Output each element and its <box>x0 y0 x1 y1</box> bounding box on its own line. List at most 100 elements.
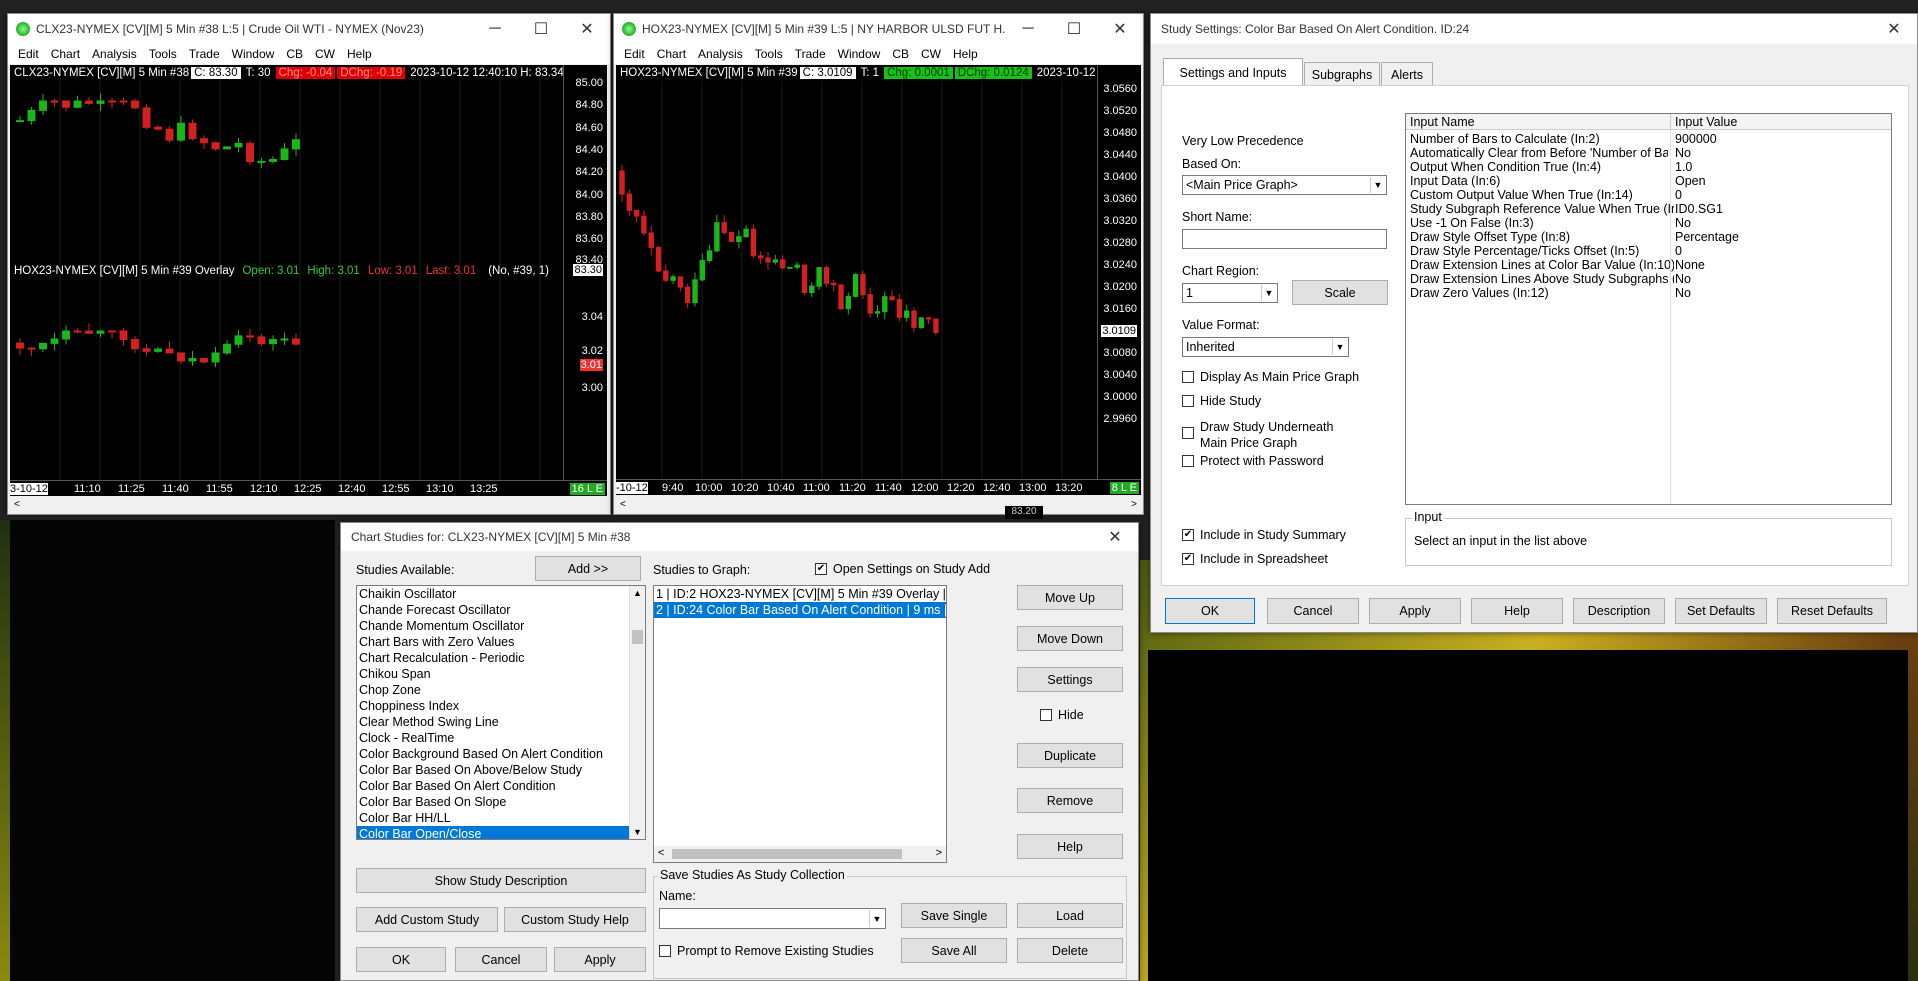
input-value-cell[interactable]: No <box>1675 286 1691 300</box>
settings-titlebar[interactable]: Study Settings: Color Bar Based On Alert… <box>1151 14 1917 44</box>
chevron-down-icon[interactable]: ▼ <box>1332 339 1347 355</box>
menu-chart[interactable]: Chart <box>51 47 80 61</box>
maximize-icon[interactable]: ☐ <box>518 19 564 39</box>
chart-window-2[interactable]: HOX23-NYMEX [CV][M] 5 Min #39 L:5 | NY H… <box>613 13 1144 515</box>
table-row[interactable]: Use -1 On False (In:3) No <box>1406 216 1891 230</box>
menu-tools[interactable]: Tools <box>149 47 177 61</box>
custom-study-help-button[interactable]: Custom Study Help <box>504 907 646 932</box>
help-button[interactable]: Help <box>1471 598 1563 624</box>
list-item[interactable]: Chaikin Oscillator <box>357 586 645 602</box>
show-description-button[interactable]: Show Study Description <box>356 868 646 893</box>
scroll-down-icon[interactable]: ▼ <box>633 827 642 837</box>
list-item[interactable]: Chop Zone <box>357 682 645 698</box>
duplicate-button[interactable]: Duplicate <box>1017 743 1123 768</box>
menu-trade[interactable]: Trade <box>795 47 826 61</box>
tab-alerts[interactable]: Alerts <box>1381 62 1433 86</box>
close-icon[interactable]: ✕ <box>1092 527 1138 547</box>
menu-analysis[interactable]: Analysis <box>698 47 743 61</box>
chart-region-combo[interactable]: 1 ▼ <box>1182 283 1278 303</box>
menu-window[interactable]: Window <box>232 47 275 61</box>
chevron-down-icon[interactable]: ▼ <box>1370 177 1385 193</box>
menu-trade[interactable]: Trade <box>189 47 220 61</box>
list-item[interactable]: Clear Method Swing Line <box>357 714 645 730</box>
chart-window-1[interactable]: CLX23-NYMEX [CV][M] 5 Min #38 L:5 | Crud… <box>7 13 611 515</box>
scale-button[interactable]: Scale <box>1292 280 1388 305</box>
chart1-price-axis[interactable]: 85.00 84.80 84.60 84.40 84.20 84.00 83.8… <box>563 65 607 480</box>
scroll-left-icon[interactable]: < <box>658 847 664 859</box>
include-summary-checkbox[interactable]: ✔ Include in Study Summary <box>1182 528 1346 542</box>
input-value-cell[interactable]: 0 <box>1675 188 1682 202</box>
cancel-button[interactable]: Cancel <box>455 947 547 972</box>
list-item[interactable]: Choppiness Index <box>357 698 645 714</box>
input-value-cell[interactable]: None <box>1675 258 1705 272</box>
close-icon[interactable]: ✕ <box>564 19 610 39</box>
list-item[interactable]: Clock - RealTime <box>357 730 645 746</box>
chart2-titlebar[interactable]: HOX23-NYMEX [CV][M] 5 Min #39 L:5 | NY H… <box>614 14 1143 44</box>
list-item[interactable]: Color Bar Based On Above/Below Study <box>357 762 645 778</box>
list-item[interactable]: Chande Momentum Oscillator <box>357 618 645 634</box>
prompt-remove-checkbox[interactable]: Prompt to Remove Existing Studies <box>659 944 874 958</box>
delete-button[interactable]: Delete <box>1017 938 1123 963</box>
hide-study-checkbox[interactable]: Hide Study <box>1182 394 1261 408</box>
list-item[interactable]: Chande Forecast Oscillator <box>357 602 645 618</box>
set-defaults-button[interactable]: Set Defaults <box>1675 598 1767 624</box>
list-item[interactable]: Color Background Based On Alert Conditio… <box>357 746 645 762</box>
graph-list-item-selected[interactable]: 2 | ID:24 Color Bar Based On Alert Condi… <box>654 602 946 618</box>
remove-button[interactable]: Remove <box>1017 788 1123 813</box>
table-row[interactable]: Draw Extension Lines at Color Bar Value … <box>1406 258 1891 272</box>
move-down-button[interactable]: Move Down <box>1017 626 1123 651</box>
tab-settings-inputs[interactable]: Settings and Inputs <box>1163 58 1303 86</box>
chart1-area[interactable]: CLX23-NYMEX [CV][M] 5 Min #38 C: 83.30 T… <box>10 65 607 496</box>
list-item[interactable]: Color Bar Based On Alert Condition <box>357 778 645 794</box>
hide-checkbox[interactable]: Hide <box>1040 708 1084 722</box>
graph-hscroll[interactable]: < > <box>654 846 946 862</box>
menu-cw[interactable]: CW <box>921 47 941 61</box>
ok-button[interactable]: OK <box>356 947 446 972</box>
list-item[interactable]: Color Bar Based On Slope <box>357 794 645 810</box>
list-item[interactable]: Chart Bars with Zero Values <box>357 634 645 650</box>
move-up-button[interactable]: Move Up <box>1017 585 1123 610</box>
load-button[interactable]: Load <box>1017 903 1123 928</box>
chart1-hscroll[interactable]: < <box>10 497 607 513</box>
save-single-button[interactable]: Save Single <box>901 903 1007 928</box>
study-settings-dialog[interactable]: Study Settings: Color Bar Based On Alert… <box>1150 13 1918 633</box>
minimize-icon[interactable]: ─ <box>1005 20 1051 38</box>
studies-titlebar[interactable]: Chart Studies for: CLX23-NYMEX [CV][M] 5… <box>341 523 1138 551</box>
display-main-checkbox[interactable]: Display As Main Price Graph <box>1182 370 1359 384</box>
chart2-time-axis[interactable]: -10-12 9:40 10:00 10:20 10:40 11:00 11:2… <box>616 479 1141 495</box>
table-row[interactable]: Draw Style Offset Type (In:8) Percentage <box>1406 230 1891 244</box>
scroll-right-icon[interactable]: > <box>936 847 942 859</box>
description-button[interactable]: Description <box>1573 598 1665 624</box>
table-row[interactable]: Output When Condition True (In:4) 1.0 <box>1406 160 1891 174</box>
table-row[interactable]: Automatically Clear from Before 'Number … <box>1406 146 1891 160</box>
list-item[interactable]: Chart Recalculation - Periodic <box>357 650 645 666</box>
maximize-icon[interactable]: ☐ <box>1051 19 1097 39</box>
menu-chart[interactable]: Chart <box>657 47 686 61</box>
input-value-cell[interactable]: 900000 <box>1675 132 1717 146</box>
menu-edit[interactable]: Edit <box>624 47 645 61</box>
menu-cw[interactable]: CW <box>315 47 335 61</box>
save-all-button[interactable]: Save All <box>901 938 1007 963</box>
close-icon[interactable]: ✕ <box>1097 19 1143 39</box>
scroll-thumb[interactable] <box>632 630 643 644</box>
reset-defaults-button[interactable]: Reset Defaults <box>1777 598 1887 624</box>
menu-cb[interactable]: CB <box>286 47 303 61</box>
studies-to-graph-list[interactable]: 1 | ID:2 HOX23-NYMEX [CV][M] 5 Min #39 O… <box>653 585 947 863</box>
chart-studies-dialog[interactable]: Chart Studies for: CLX23-NYMEX [CV][M] 5… <box>340 522 1139 981</box>
scroll-thumb[interactable] <box>672 849 902 859</box>
list-item-selected[interactable]: Color Bar Open/Close <box>357 826 629 839</box>
input-value-cell[interactable]: Open <box>1675 174 1706 188</box>
tab-subgraphs[interactable]: Subgraphs <box>1304 62 1380 86</box>
chart2-price-axis[interactable]: 3.0560 3.0520 3.0480 3.0440 3.0400 3.036… <box>1097 65 1141 479</box>
draw-underneath-checkbox[interactable]: Draw Study Underneath Main Price Graph <box>1182 419 1333 451</box>
table-row[interactable]: Number of Bars to Calculate (In:2) 900000 <box>1406 132 1891 146</box>
available-vscroll[interactable]: ▲ ▼ <box>629 586 645 839</box>
include-spreadsheet-checkbox[interactable]: ✔ Include in Spreadsheet <box>1182 552 1328 566</box>
minimize-icon[interactable]: ─ <box>472 20 518 38</box>
menu-tools[interactable]: Tools <box>755 47 783 61</box>
chart1-titlebar[interactable]: CLX23-NYMEX [CV][M] 5 Min #38 L:5 | Crud… <box>8 14 610 44</box>
input-value-cell[interactable]: No <box>1675 216 1691 230</box>
settings-button[interactable]: Settings <box>1017 667 1123 692</box>
menu-cb[interactable]: CB <box>892 47 909 61</box>
apply-button[interactable]: Apply <box>1369 598 1461 624</box>
